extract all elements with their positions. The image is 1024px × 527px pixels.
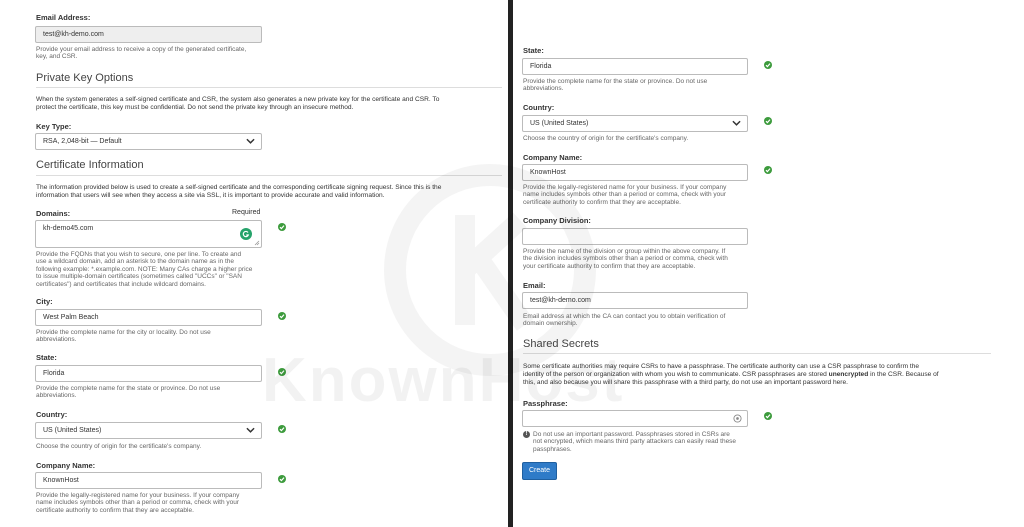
country-label: Country: [36, 410, 68, 419]
divider [36, 87, 502, 88]
country-select[interactable]: US (United States) [35, 422, 262, 439]
state-input[interactable]: Florida [522, 58, 748, 75]
company-help-text: Provide the legally-registered name for … [36, 492, 240, 514]
country-help-text: Choose the country of origin for the cer… [523, 135, 689, 142]
warning-icon: ! [523, 431, 530, 438]
email-value: test@kh-demo.com [530, 297, 591, 304]
domains-value: kh-demo45.com [43, 225, 94, 232]
state-help-text: Provide the complete name for the state … [36, 385, 221, 400]
city-help-text: Provide the complete name for the city o… [36, 329, 211, 344]
valid-check-icon [764, 61, 772, 69]
password-manager-icon[interactable] [733, 414, 742, 423]
state-input[interactable]: Florida [35, 365, 262, 382]
private-key-heading: Private Key Options [36, 72, 134, 84]
country-help-text: Choose the country of origin for the cer… [36, 443, 202, 450]
company-name-value: KnownHost [43, 477, 79, 484]
certificate-info-description: The information provided below is used t… [36, 184, 442, 199]
company-name-value: KnownHost [530, 169, 566, 176]
country-value: US (United States) [43, 427, 102, 434]
valid-check-icon [278, 312, 286, 320]
state-value: Florida [43, 370, 65, 377]
email-address-field[interactable]: test@kh-demo.com [35, 26, 262, 43]
certificate-info-heading: Certificate Information [36, 159, 144, 171]
domains-label: Domains: [36, 209, 71, 218]
unencrypted-emphasis: unencrypted [828, 371, 869, 378]
key-type-select[interactable]: RSA, 2,048-bit — Default [35, 133, 262, 150]
chevron-down-icon [246, 138, 255, 144]
company-name-input[interactable]: KnownHost [35, 472, 262, 489]
city-value: West Palm Beach [43, 314, 99, 321]
valid-check-icon [764, 117, 772, 125]
country-select[interactable]: US (United States) [522, 115, 748, 132]
country-value: US (United States) [530, 120, 589, 127]
valid-check-icon [278, 425, 286, 433]
state-help-text: Provide the complete name for the state … [523, 78, 708, 93]
valid-check-icon [278, 223, 286, 231]
domains-help-text: Provide the FQDNs that you wish to secur… [36, 251, 253, 288]
city-label: City: [36, 297, 53, 306]
company-help-text: Provide the legally-registered name for … [523, 184, 727, 206]
company-division-input[interactable] [522, 228, 748, 245]
email-help-text: Email address at which the CA can contac… [523, 313, 726, 328]
key-type-value: RSA, 2,048-bit — Default [43, 138, 122, 145]
private-key-description: When the system generates a self-signed … [36, 96, 440, 111]
valid-check-icon [764, 412, 772, 420]
key-type-label: Key Type: [36, 122, 72, 131]
required-indicator: Required [232, 209, 261, 216]
company-division-help-text: Provide the name of the division or grou… [523, 248, 728, 270]
company-name-input[interactable]: KnownHost [522, 164, 748, 181]
state-label: State: [523, 46, 544, 55]
valid-check-icon [764, 166, 772, 174]
email-address-label: Email Address: [36, 13, 91, 22]
email-label: Email: [523, 281, 546, 290]
state-value: Florida [530, 63, 552, 70]
email-help-text: Provide your email address to receive a … [36, 46, 247, 61]
email-input[interactable]: test@kh-demo.com [522, 292, 748, 309]
valid-check-icon [278, 475, 286, 483]
create-button[interactable]: Create [522, 462, 557, 480]
city-input[interactable]: West Palm Beach [35, 309, 262, 326]
right-form-panel: State: Florida Provide the complete name… [513, 0, 1024, 527]
chevron-down-icon [246, 427, 255, 433]
resize-handle-icon[interactable] [254, 240, 260, 246]
chevron-down-icon [732, 120, 741, 126]
divider [36, 175, 502, 176]
left-form-panel: Email Address: test@kh-demo.com Provide … [0, 0, 508, 527]
company-name-label: Company Name: [36, 461, 96, 470]
state-label: State: [36, 353, 57, 362]
country-label: Country: [523, 103, 555, 112]
company-division-label: Company Division: [523, 216, 591, 225]
email-address-value: test@kh-demo.com [43, 31, 104, 38]
company-name-label: Company Name: [523, 153, 583, 162]
grammarly-icon[interactable] [240, 228, 252, 240]
knownhost-watermark-text: KnownHost [262, 346, 625, 415]
domains-textarea[interactable]: kh-demo45.com [35, 220, 262, 248]
passphrase-warning-text: Do not use an important password. Passph… [533, 431, 737, 453]
